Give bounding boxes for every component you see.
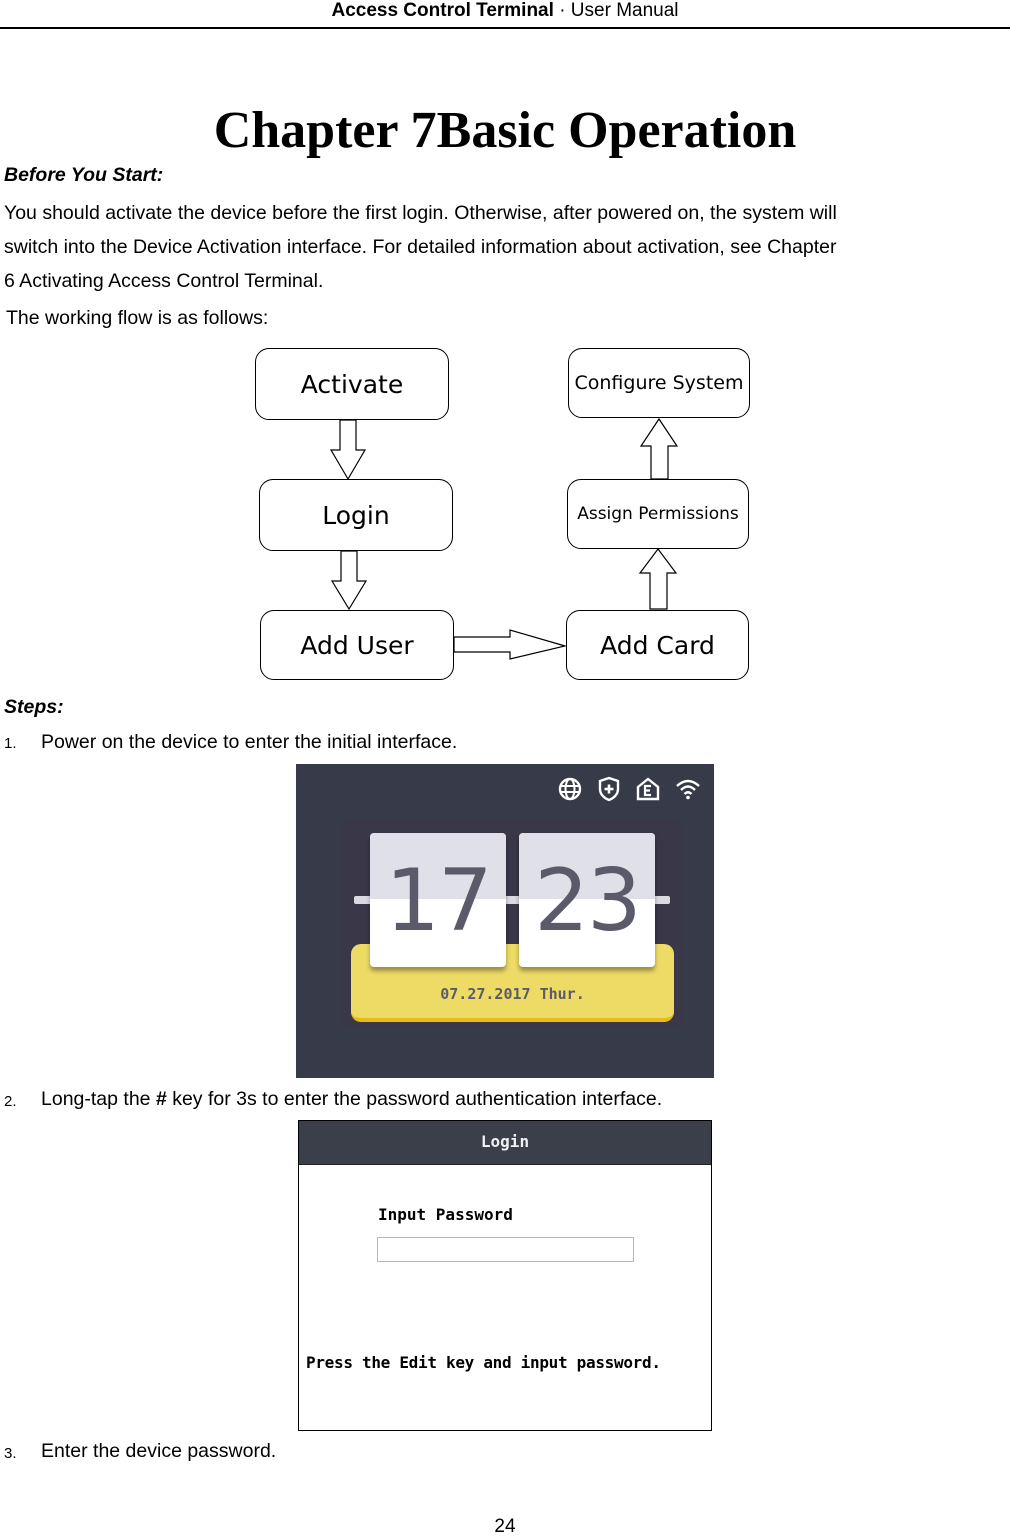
login-title: Login <box>480 1132 530 1151</box>
login-interface-screenshot: Login Input Password Press the Edit key … <box>298 1120 712 1431</box>
minute-value: 23 <box>534 851 641 951</box>
arrow-activate-login <box>329 419 367 481</box>
globe-icon <box>558 777 582 801</box>
arrow-assign-configure <box>639 417 679 480</box>
step-3-number: 3. <box>4 1445 17 1462</box>
arrow-addcard-assign <box>638 548 678 610</box>
shield-plus-icon <box>598 776 620 802</box>
initial-interface-screenshot: 07.27.2017 Thur. 17 23 <box>296 764 714 1078</box>
step-2-number: 2. <box>4 1093 17 1110</box>
password-label: Input Password <box>378 1205 513 1224</box>
steps-label: Steps: <box>4 696 64 718</box>
step-2-pre: Long-tap the <box>41 1088 156 1110</box>
step-3-text: Enter the device password. <box>41 1440 277 1462</box>
home-e-icon <box>636 777 660 801</box>
flow-node-assign-permissions: Assign Permissions <box>567 479 749 549</box>
login-hint: Press the Edit key and input password. <box>306 1353 661 1372</box>
step-2-key: # <box>155 1088 167 1110</box>
password-input[interactable] <box>377 1237 634 1262</box>
flow-node-login: Login <box>259 479 453 551</box>
login-title-bar: Login <box>299 1121 711 1165</box>
flow-node-add-card: Add Card <box>566 610 749 680</box>
wifi-icon <box>676 779 700 800</box>
flow-node-activate: Activate <box>255 348 449 420</box>
flow-node-configure-system: Configure System <box>568 348 750 418</box>
hour-value: 17 <box>385 851 492 951</box>
flow-node-add-user: Add User <box>260 610 454 680</box>
step-1-number: 1. <box>4 735 17 752</box>
arrow-adduser-addcard <box>453 629 568 660</box>
page-number: 24 <box>494 1516 516 1537</box>
step-2-post: key for 3s to enter the password authent… <box>166 1088 663 1110</box>
hour-flip-card: 17 <box>370 833 506 967</box>
flow-arrows <box>329 417 679 660</box>
arrow-login-adduser <box>330 550 368 611</box>
step-2-text: Long-tap the # key for 3s to enter the p… <box>41 1088 662 1111</box>
step-1-text: Power on the device to enter the initial… <box>41 731 458 753</box>
minute-flip-card: 23 <box>519 833 655 967</box>
date-text: 07.27.2017 Thur. <box>440 985 585 1003</box>
